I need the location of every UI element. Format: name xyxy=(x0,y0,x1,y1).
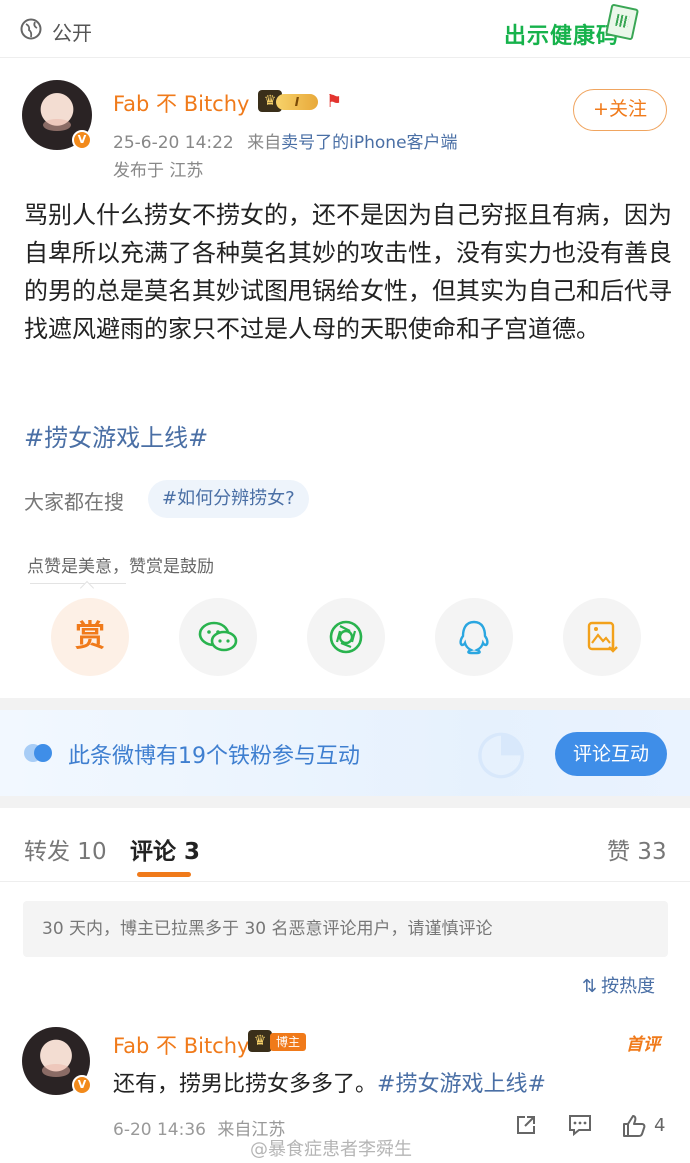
section-divider xyxy=(0,796,690,808)
tab-comments[interactable]: 评论 3 xyxy=(130,832,200,866)
health-code-button[interactable]: 出示健康码 xyxy=(488,3,648,52)
comment-hashtag[interactable]: #捞女游戏上线# xyxy=(377,1072,546,1097)
top-bar: 公开 出示健康码 xyxy=(0,0,690,58)
follow-button[interactable]: +关注 xyxy=(573,89,667,131)
source-prefix: 来自 xyxy=(247,133,282,153)
post-hashtag[interactable]: #捞女游戏上线# xyxy=(24,418,208,453)
share-wechat-button[interactable] xyxy=(179,598,257,676)
flag-icon: ⚑ xyxy=(326,91,343,112)
qr-code-icon xyxy=(604,3,640,41)
blogger-tag: 博主 xyxy=(270,1033,306,1051)
verified-badge-icon: V xyxy=(72,130,92,150)
comment-notice: 30 天内，博主已拉黑多于 30 名恶意评论用户，请谨慎评论 xyxy=(23,901,668,957)
comment-author[interactable]: Fab 不 Bitchy xyxy=(113,1030,249,1060)
first-comment-badge: 首评 xyxy=(626,1035,660,1055)
comment-text: 还有，捞男比捞女多多了。#捞女游戏上线# xyxy=(113,1066,546,1098)
interaction-tabs: 转发 10 评论 3 赞 33 xyxy=(0,808,690,882)
trending-search-chip[interactable]: #如何分辨捞女? xyxy=(148,480,309,518)
verified-badge-icon: V xyxy=(72,1075,92,1095)
share-qq-button[interactable] xyxy=(435,598,513,676)
like-icon[interactable] xyxy=(621,1113,647,1139)
section-divider xyxy=(0,698,690,710)
reward-button[interactable]: 赏 xyxy=(51,598,129,676)
weibo-logo-watermark-icon: ◔ xyxy=(475,716,528,786)
post-text: 骂别人什么捞女不捞女的，还不是因为自己穷抠且有病，因为自卑所以充满了各种莫名其妙… xyxy=(24,201,672,343)
health-code-label: 出示健康码 xyxy=(504,24,620,49)
post-meta: 25-6-20 14:22 来自卖号了的iPhone客户端 xyxy=(113,128,458,153)
tab-likes[interactable]: 赞 33 xyxy=(607,832,667,866)
sort-icon: ⇅ xyxy=(582,976,598,997)
tab-repost[interactable]: 转发 10 xyxy=(24,832,107,866)
image-watermark: @暴食症患者李舜生 xyxy=(250,1139,412,1160)
active-tab-indicator xyxy=(137,872,191,877)
comment-like-count: 4 xyxy=(654,1115,666,1136)
vip-level: I xyxy=(276,94,318,110)
save-image-button[interactable] xyxy=(563,598,641,676)
post-location: 发布于 江苏 xyxy=(113,161,204,181)
reply-icon[interactable] xyxy=(567,1113,593,1137)
wechat-icon xyxy=(198,621,238,652)
post-date: 25-6-20 14:22 xyxy=(113,133,234,153)
comment-interact-button[interactable]: 评论互动 xyxy=(555,732,667,776)
comment-time: 6-20 14:36 xyxy=(113,1120,206,1140)
comment-author-badge: ♛ 博主 xyxy=(248,1030,308,1054)
fans-text: 此条微博有19个铁粉参与互动 xyxy=(68,744,360,769)
author-name[interactable]: Fab 不 Bitchy xyxy=(113,88,249,118)
comment-text-plain: 还有，捞男比捞女多多了。 xyxy=(113,1072,378,1097)
vip-crown-badge[interactable]: ♛ I xyxy=(258,90,320,114)
reward-tip: 点赞是美意，赞赏是鼓励 xyxy=(27,557,214,577)
share-moments-button[interactable] xyxy=(307,598,385,676)
fans-interaction-banner[interactable]: ◔ 此条微博有19个铁粉参与互动 评论互动 xyxy=(0,710,690,796)
reward-icon: 赏 xyxy=(75,619,105,654)
trending-search-label: 大家都在搜 xyxy=(24,490,124,514)
fans-icon xyxy=(24,744,54,762)
globe-icon xyxy=(20,18,42,40)
qq-icon xyxy=(459,620,489,655)
visibility-label[interactable]: 公开 xyxy=(52,17,92,46)
tip-divider xyxy=(30,583,126,584)
share-comment-icon[interactable] xyxy=(514,1113,538,1137)
sort-button[interactable]: ⇅ 按热度 xyxy=(582,972,655,998)
save-image-icon xyxy=(587,621,618,653)
moments-icon xyxy=(329,620,363,654)
post-source[interactable]: 卖号了的iPhone客户端 xyxy=(281,133,457,153)
sort-label: 按热度 xyxy=(601,976,656,997)
crown-icon: ♛ xyxy=(248,1030,272,1052)
